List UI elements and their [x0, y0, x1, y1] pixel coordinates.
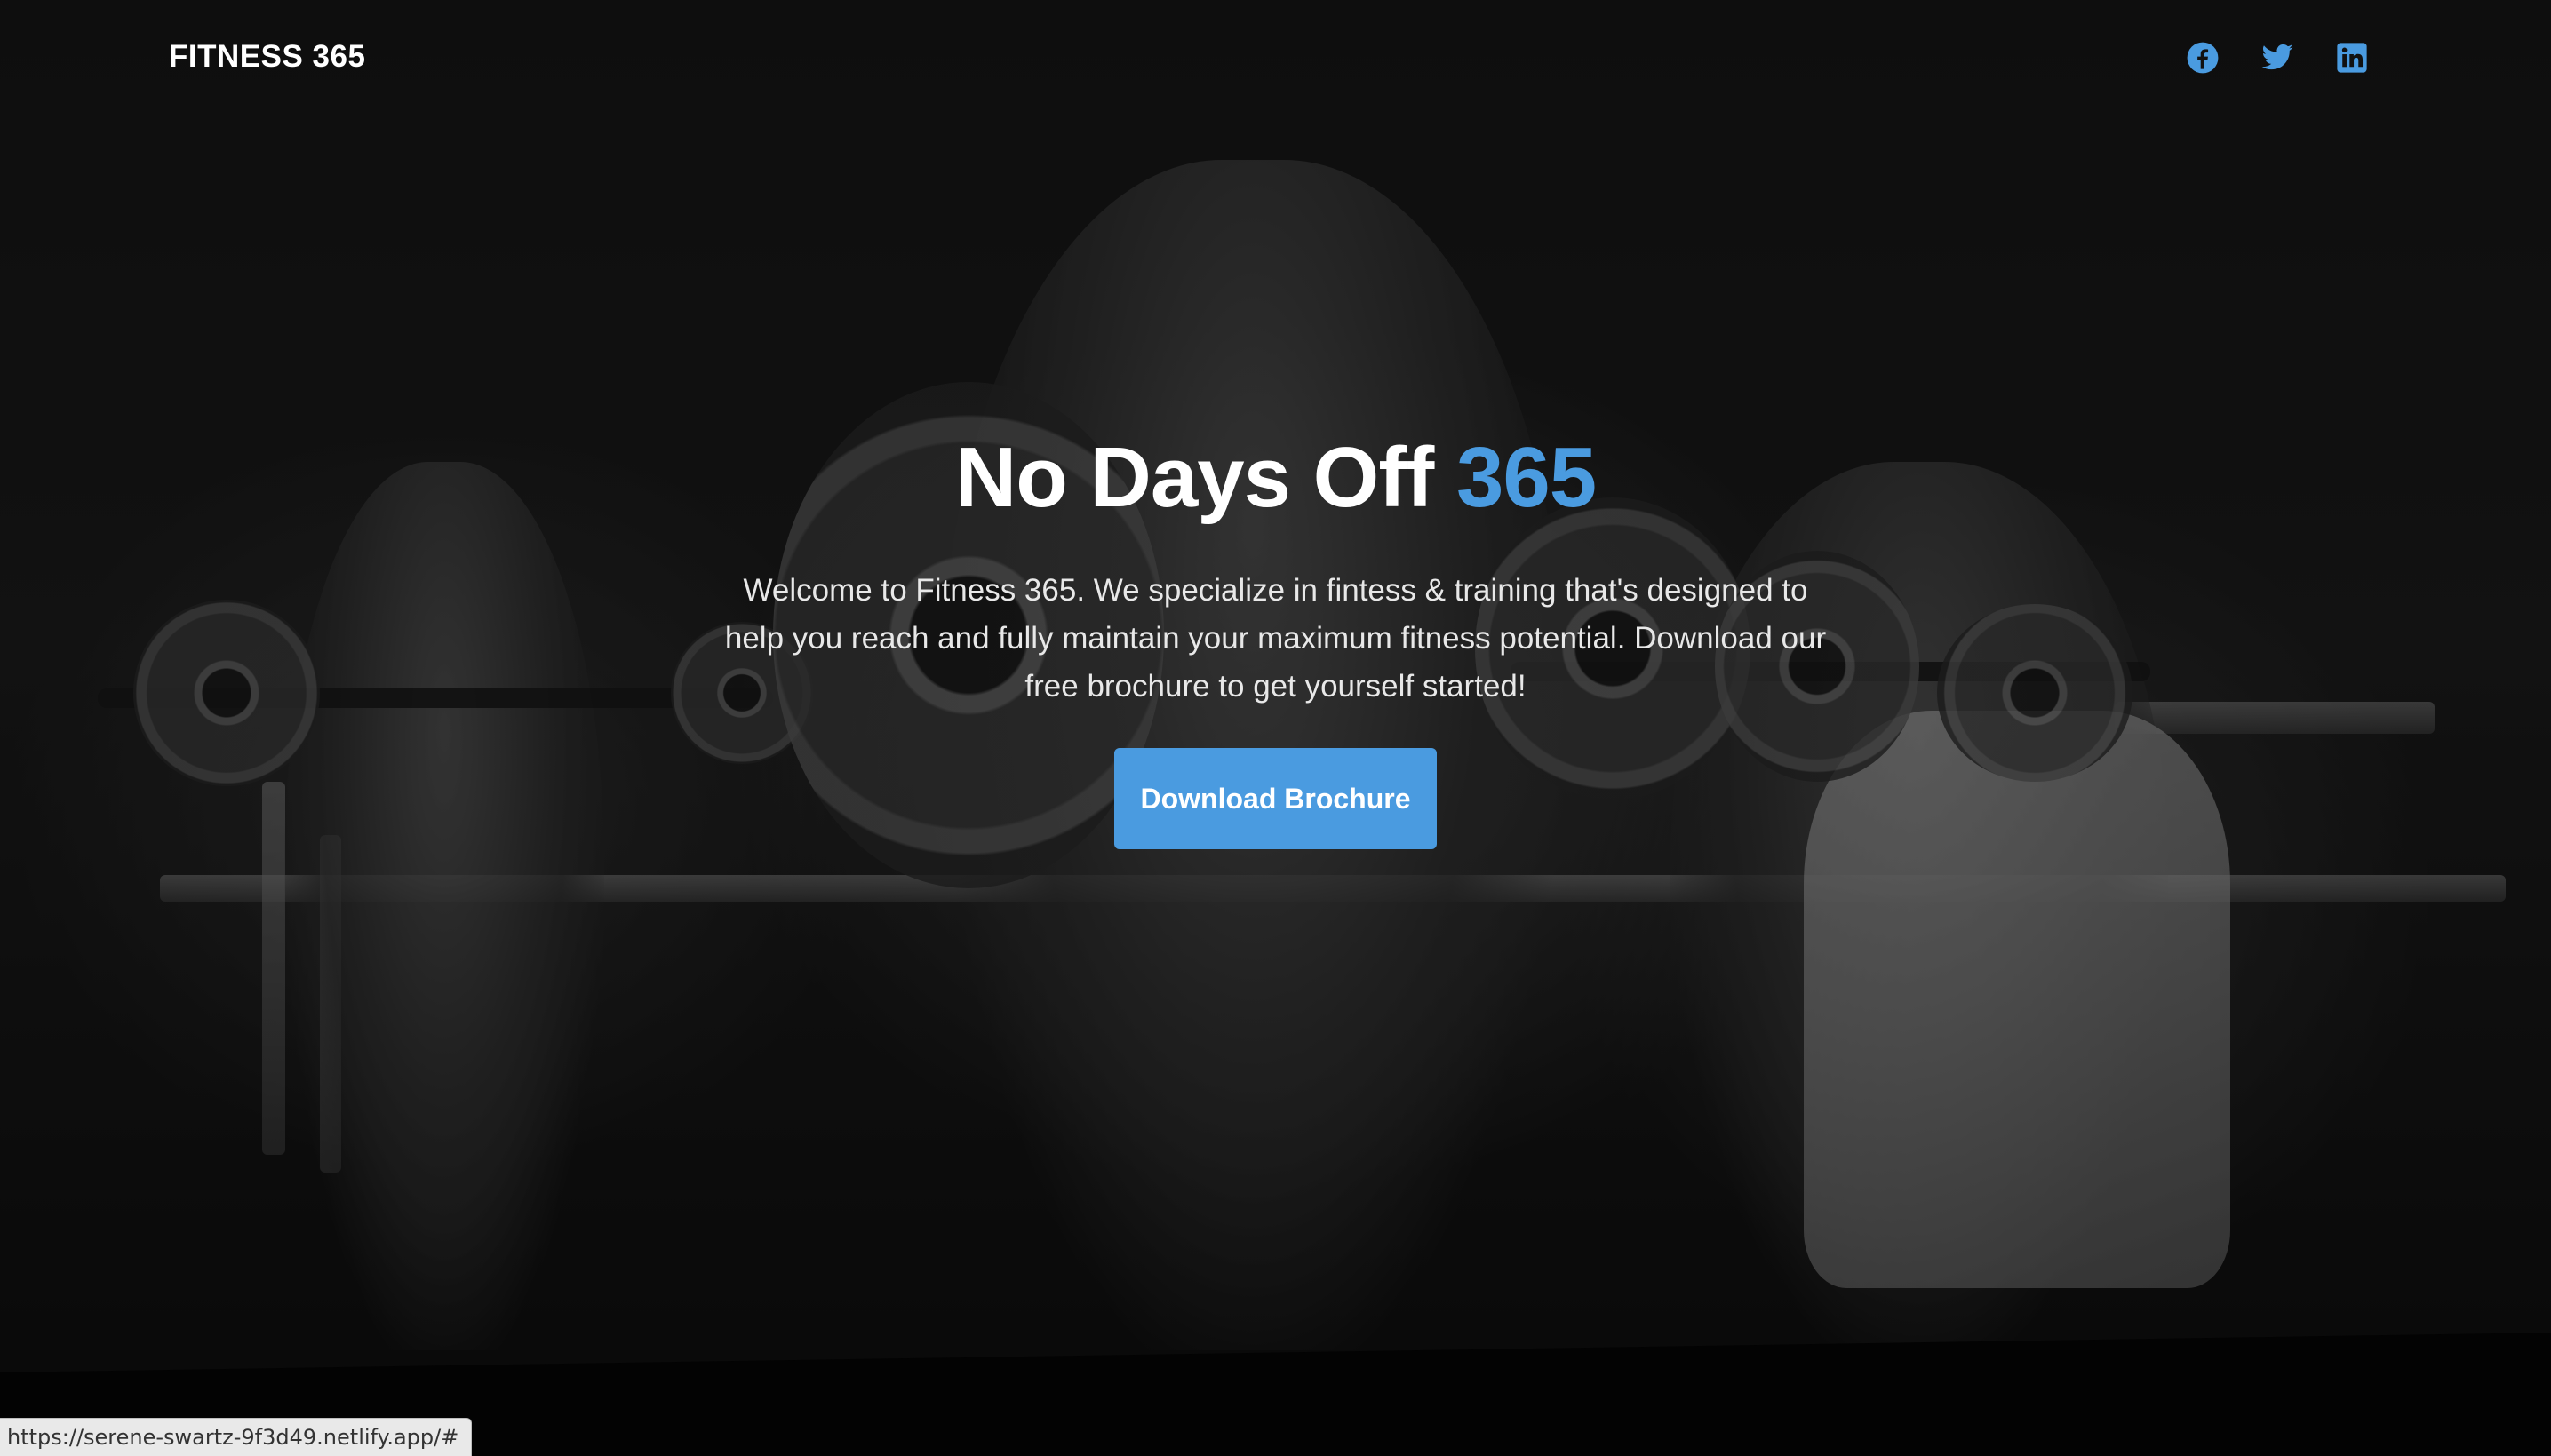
- linkedin-icon: [2337, 43, 2367, 73]
- social-links: [2186, 41, 2369, 75]
- hero-content: No Days Off 365 Welcome to Fitness 365. …: [0, 425, 2551, 849]
- twitter-icon: [2261, 44, 2293, 70]
- hero-title: No Days Off 365: [0, 425, 2551, 531]
- hero-title-accent: 365: [1455, 430, 1597, 525]
- facebook-icon: [2187, 42, 2219, 74]
- status-bar-url: https://serene-swartz-9f3d49.netlify.app…: [0, 1418, 473, 1456]
- brand-logo[interactable]: FITNESS 365: [169, 39, 365, 75]
- hero-intro-text: Welcome to Fitness 365. We specialize in…: [724, 573, 1827, 704]
- facebook-link[interactable]: [2186, 41, 2220, 75]
- download-brochure-button[interactable]: Download Brochure: [1114, 748, 1437, 849]
- twitter-link[interactable]: [2260, 41, 2294, 75]
- hero-title-main: No Days Off: [954, 430, 1456, 525]
- linkedin-link[interactable]: [2335, 41, 2369, 75]
